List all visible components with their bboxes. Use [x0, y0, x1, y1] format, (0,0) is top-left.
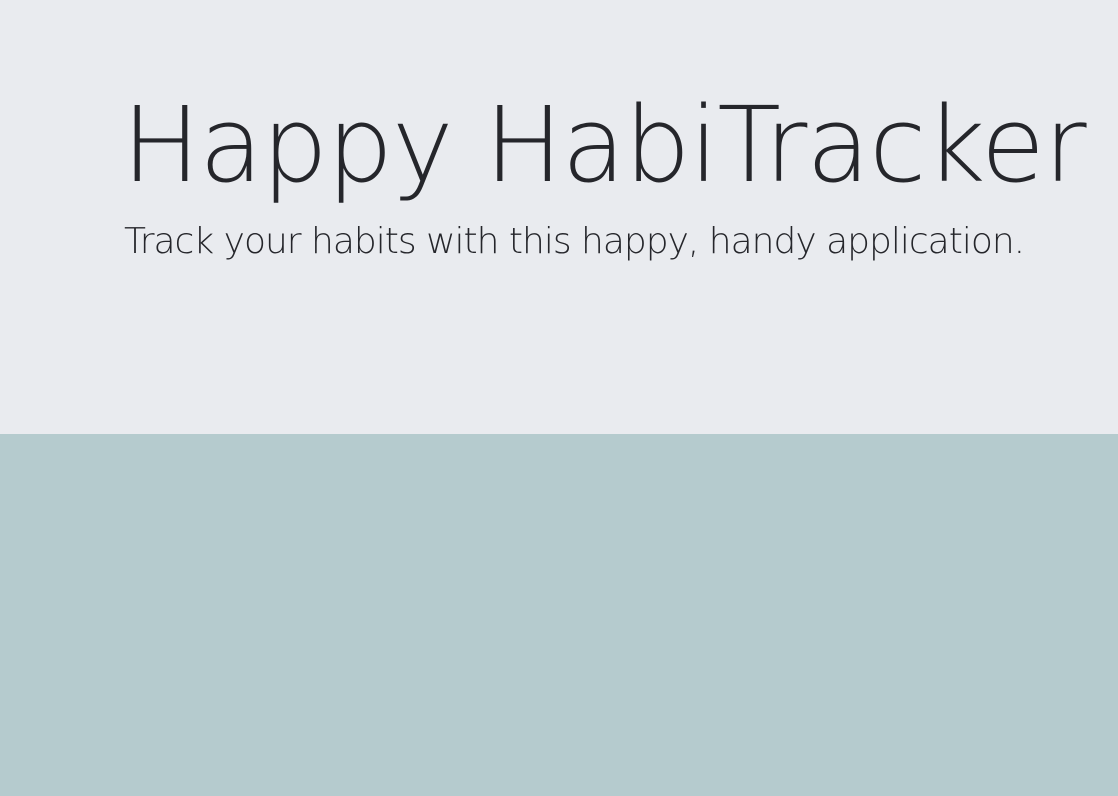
hero-content: Happy HabiTracker Track your habits with…	[122, 80, 1087, 264]
app-title: Happy HabiTracker	[122, 84, 1087, 206]
app-tagline: Track your habits with this happy, handy…	[124, 221, 1025, 262]
main-content-area	[0, 434, 1118, 796]
hero-banner: Happy HabiTracker Track your habits with…	[0, 0, 1118, 434]
